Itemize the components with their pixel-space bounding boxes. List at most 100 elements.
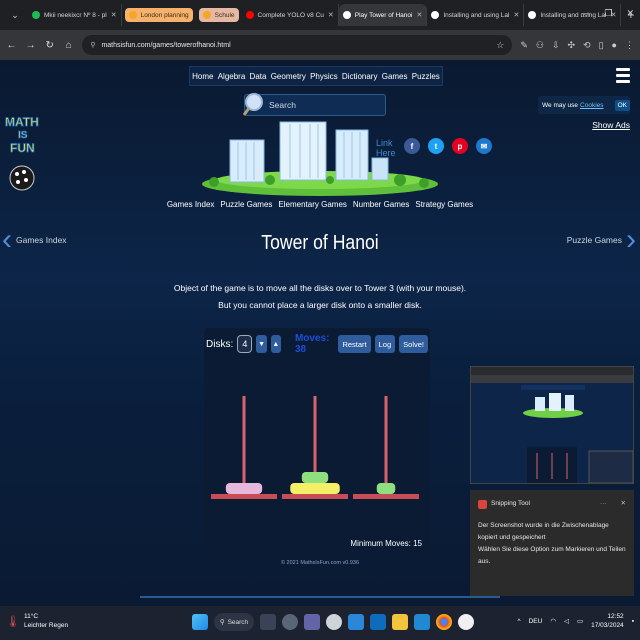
volume-icon[interactable]: ◁ bbox=[564, 617, 569, 625]
facebook-icon[interactable]: f bbox=[404, 138, 420, 154]
subnav-item-elementary-games[interactable]: Elementary Games bbox=[278, 200, 346, 209]
weather-condition: Leichter Regen bbox=[23, 622, 69, 629]
site-info-icon[interactable]: ⚲ bbox=[90, 41, 95, 49]
solve-button[interactable]: Solve! bbox=[399, 335, 428, 353]
outlook-icon[interactable] bbox=[370, 614, 386, 630]
taskbar-search-icon: ⚲ bbox=[219, 619, 225, 626]
subnav-item-games-index[interactable]: Games Index bbox=[167, 200, 215, 209]
pen-extension-icon[interactable]: ✎ bbox=[520, 40, 528, 51]
download-icon[interactable]: ⇩ bbox=[552, 40, 560, 51]
browser-tab[interactable]: Play Tower of Hanoi ✕ bbox=[338, 4, 428, 26]
subnav-item-strategy-games[interactable]: Strategy Games bbox=[415, 200, 473, 209]
increase-disks-button[interactable]: ▲ bbox=[270, 335, 281, 353]
hanoi-disk[interactable] bbox=[301, 472, 329, 483]
settings-gear-icon[interactable] bbox=[282, 614, 298, 630]
browser-tab[interactable]: Complete YOLO v8 Cu ✕ bbox=[242, 4, 339, 26]
search-box[interactable]: Search bbox=[242, 93, 386, 116]
nav-item-data[interactable]: Data bbox=[250, 72, 267, 81]
math-is-fun-logo[interactable]: MATH IS FUN bbox=[4, 112, 50, 194]
twitter-icon[interactable]: t bbox=[428, 138, 444, 154]
nav-item-algebra[interactable]: Algebra bbox=[218, 72, 246, 81]
weather-widget[interactable]: 🌡 11°C Leichter Regen bbox=[6, 612, 68, 630]
puzzle-icon[interactable]: ✣ bbox=[567, 40, 575, 51]
browser-menu-icon[interactable]: ⋮ bbox=[625, 40, 634, 51]
browser-tab[interactable]: Schule bbox=[198, 8, 239, 22]
profile-icon[interactable]: ● bbox=[612, 40, 617, 50]
tab-title: London planning bbox=[140, 11, 189, 19]
pinterest-icon[interactable]: p bbox=[452, 138, 468, 154]
tab-close-icon[interactable]: ✕ bbox=[416, 11, 422, 19]
history-icon[interactable]: ⟲ bbox=[583, 40, 591, 51]
hanoi-disk[interactable] bbox=[290, 483, 340, 494]
forward-icon[interactable]: → bbox=[25, 40, 36, 51]
email-icon[interactable]: ✉ bbox=[476, 138, 492, 154]
nav-item-physics[interactable]: Physics bbox=[310, 72, 338, 81]
peg-rod-1[interactable] bbox=[242, 396, 246, 494]
link-here-text[interactable]: Link Here bbox=[376, 138, 396, 158]
peg-base-3[interactable] bbox=[353, 494, 419, 499]
browser-tab[interactable]: Mkii neekixcr Nº 8 - pl ✕ bbox=[28, 4, 122, 26]
windows-start-icon[interactable] bbox=[192, 614, 208, 630]
minimize-icon[interactable]: — bbox=[581, 8, 590, 19]
hanoi-disk[interactable] bbox=[376, 483, 396, 494]
nav-item-games[interactable]: Games bbox=[382, 72, 408, 81]
url-field[interactable]: ⚲ mathsisfun.com/games/towerofhanoi.html… bbox=[82, 35, 513, 55]
subnav-item-puzzle-games[interactable]: Puzzle Games bbox=[220, 200, 272, 209]
peg-rod-3[interactable] bbox=[384, 396, 388, 494]
snipping-tool-notification[interactable]: Snipping Tool ··· ✕ Der Screenshot wurde… bbox=[470, 490, 634, 596]
home-icon[interactable]: ⌂ bbox=[63, 40, 74, 51]
wifi-icon[interactable]: ◠ bbox=[550, 617, 556, 625]
maximize-icon[interactable]: ❐ bbox=[604, 8, 612, 19]
hanoi-board[interactable] bbox=[204, 360, 430, 510]
address-bar: ← → ↻ ⌂ ⚲ mathsisfun.com/games/towerofha… bbox=[0, 30, 640, 60]
taskbar-search-button[interactable]: ⚲ Search bbox=[214, 613, 254, 631]
store-icon[interactable] bbox=[348, 614, 364, 630]
tab-search-icon[interactable]: ⌄ bbox=[6, 6, 24, 24]
tab-close-icon[interactable]: ✕ bbox=[328, 11, 334, 19]
sidebar-icon[interactable]: ▯ bbox=[599, 40, 604, 51]
log-button[interactable]: Log bbox=[374, 335, 396, 353]
battery-icon[interactable]: ▭ bbox=[577, 617, 583, 625]
reload-icon[interactable]: ↻ bbox=[44, 40, 55, 51]
disk-count-field[interactable]: 4 bbox=[237, 335, 253, 353]
close-window-icon[interactable]: ✕ bbox=[626, 8, 634, 19]
teams-icon[interactable] bbox=[304, 614, 320, 630]
clock[interactable]: 12:52 17/03/2024 bbox=[591, 612, 624, 630]
extension-icon[interactable]: ⚇ bbox=[536, 40, 544, 51]
browser-tab-strip: ⌄ Mkii neekixcr Nº 8 - pl ✕ London plannin… bbox=[0, 0, 640, 30]
tray-chevron-icon[interactable]: ^ bbox=[518, 618, 521, 625]
chrome-icon[interactable] bbox=[436, 614, 452, 630]
back-icon[interactable]: ← bbox=[6, 40, 17, 51]
nav-item-home[interactable]: Home bbox=[192, 72, 213, 81]
notification-close-icon[interactable]: ✕ bbox=[621, 498, 626, 510]
subnav-item-number-games[interactable]: Number Games bbox=[353, 200, 409, 209]
decrease-disks-button[interactable]: ▼ bbox=[256, 335, 267, 353]
nav-item-puzzles[interactable]: Puzzles bbox=[412, 72, 440, 81]
clock-app-icon[interactable] bbox=[326, 614, 342, 630]
cookie-ok-button[interactable]: OK bbox=[614, 99, 630, 111]
peg-base-1[interactable] bbox=[211, 494, 277, 499]
restart-button[interactable]: Restart bbox=[338, 335, 371, 353]
tab-close-icon[interactable]: ✕ bbox=[111, 11, 117, 19]
bookmark-star-icon[interactable]: ☆ bbox=[496, 40, 504, 51]
file-explorer-icon[interactable] bbox=[392, 614, 408, 630]
browser-tab[interactable]: London planning bbox=[124, 8, 193, 22]
notification-bell-icon[interactable]: ▪ bbox=[632, 618, 634, 625]
nav-item-dictionary[interactable]: Dictionary bbox=[342, 72, 378, 81]
peg-base-2[interactable] bbox=[282, 494, 348, 499]
browser-tab[interactable]: Installing and using Lal ✕ bbox=[427, 4, 525, 26]
github-icon[interactable] bbox=[458, 614, 474, 630]
nav-item-geometry[interactable]: Geometry bbox=[271, 72, 306, 81]
tab-favicon bbox=[32, 11, 40, 19]
notification-more-icon[interactable]: ··· bbox=[600, 498, 607, 510]
screenshot-preview-thumbnail[interactable] bbox=[470, 366, 634, 484]
task-view-icon[interactable] bbox=[260, 614, 276, 630]
hamburger-menu-icon[interactable] bbox=[616, 68, 630, 86]
tab-close-icon[interactable]: ✕ bbox=[513, 11, 519, 19]
language-indicator[interactable]: DEU bbox=[529, 618, 543, 625]
cookies-link[interactable]: Cookies bbox=[580, 102, 603, 109]
show-ads-link[interactable]: Show Ads bbox=[592, 120, 630, 130]
vscode-icon[interactable] bbox=[414, 614, 430, 630]
description-line-2: But you cannot place a larger disk onto … bbox=[218, 300, 422, 310]
hanoi-disk[interactable] bbox=[225, 483, 263, 494]
